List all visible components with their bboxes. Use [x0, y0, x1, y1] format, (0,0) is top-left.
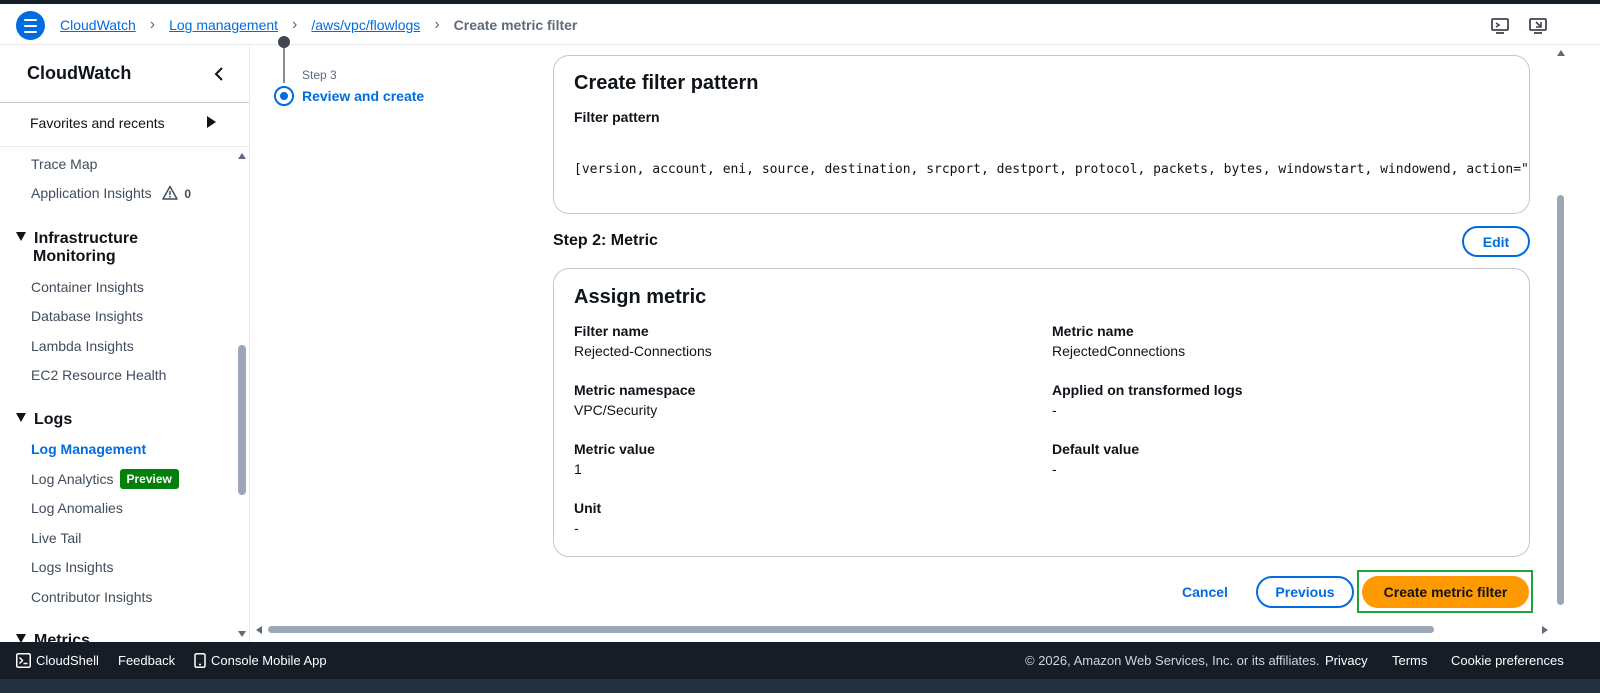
applied-on-transformed-logs-value: - [1052, 402, 1057, 418]
breadcrumb-current-page: Create metric filter [453, 17, 578, 33]
metric-namespace-value: VPC/Security [574, 402, 658, 418]
filter-name-label: Filter name [574, 323, 649, 339]
scroll-up-arrow-icon[interactable] [238, 153, 246, 159]
caret-down-icon [16, 413, 26, 422]
copyright-text: © 2026, Amazon Web Services, Inc. or its… [1025, 653, 1320, 668]
sidebar-item-lambda-insights[interactable]: Lambda Insights [31, 338, 134, 354]
display-settings-icon[interactable] [1528, 16, 1548, 36]
warning-triangle-icon [161, 185, 178, 200]
sidebar-scrollbar[interactable] [235, 153, 249, 645]
breadcrumb-cloudwatch[interactable]: CloudWatch [60, 17, 136, 33]
sidebar-item-application-insights[interactable]: Application Insights 0 [31, 185, 191, 201]
wizard-step-connector [283, 45, 285, 83]
privacy-link[interactable]: Privacy [1325, 653, 1368, 668]
application-insights-count: 0 [184, 187, 192, 201]
terms-link[interactable]: Terms [1392, 653, 1427, 668]
sidebar-item-label: Log Analytics [31, 471, 114, 487]
sidebar-item-ec2-resource-health[interactable]: EC2 Resource Health [31, 367, 166, 383]
create-metric-filter-button[interactable]: Create metric filter [1362, 576, 1529, 608]
sidebar-item-trace-map[interactable]: Trace Map [31, 156, 97, 172]
applied-on-transformed-logs-label: Applied on transformed logs [1052, 382, 1243, 398]
sidebar-divider [0, 102, 249, 103]
filter-pattern-card: Create filter pattern Filter pattern [ve… [553, 55, 1530, 214]
breadcrumb-log-management[interactable]: Log management [169, 17, 278, 33]
breadcrumb-log-group[interactable]: /aws/vpc/flowlogs [311, 17, 420, 33]
section-label: Infrastructure [34, 230, 139, 247]
default-value-value: - [1052, 461, 1057, 477]
wizard-step-3-number: Step 3 [302, 68, 337, 82]
wizard-step-3-indicator [274, 86, 294, 106]
cancel-button[interactable]: Cancel [1170, 576, 1240, 608]
caret-right-icon[interactable] [207, 116, 216, 128]
filter-pattern-card-title: Create filter pattern [574, 72, 759, 94]
sidebar-item-database-insights[interactable]: Database Insights [31, 308, 143, 324]
step-2-heading: Step 2: Metric [553, 232, 658, 249]
caret-down-icon [16, 232, 26, 241]
scroll-right-arrow-icon[interactable] [1542, 626, 1548, 634]
mobile-app-label: Console Mobile App [211, 653, 327, 668]
sidebar-section-infrastructure-monitoring[interactable]: Infrastructure Monitoring [16, 230, 138, 266]
sidebar-title: CloudWatch [27, 63, 132, 83]
sidebar-item-live-tail[interactable]: Live Tail [31, 530, 81, 546]
notifications-monitor-icon[interactable] [1490, 16, 1510, 36]
console-footer: CloudShell Feedback Console Mobile App ©… [0, 642, 1600, 679]
sidebar-item-contributor-insights[interactable]: Contributor Insights [31, 589, 152, 605]
taskbar-strip [0, 679, 1600, 693]
scroll-left-arrow-icon[interactable] [256, 626, 262, 634]
mobile-phone-icon [194, 653, 206, 668]
console-mobile-app-link[interactable]: Console Mobile App [194, 653, 327, 668]
main-vertical-scrollbar[interactable] [1554, 45, 1568, 625]
wizard-step-3-title[interactable]: Review and create [302, 88, 424, 104]
top-navigation-bar: CloudWatch › Log management › /aws/vpc/f… [0, 4, 1600, 45]
sidebar-item-log-management[interactable]: Log Management [31, 441, 146, 457]
sidebar-item-logs-insights[interactable]: Logs Insights [31, 559, 114, 575]
metric-value-value: 1 [574, 461, 582, 477]
sidebar-item-log-analytics[interactable]: Log Analytics Preview [31, 469, 179, 489]
terminal-icon [16, 653, 31, 668]
feedback-link[interactable]: Feedback [118, 653, 175, 668]
metric-name-value: RejectedConnections [1052, 343, 1186, 359]
wizard-step-2-indicator [278, 36, 290, 48]
cloudshell-link[interactable]: CloudShell [16, 653, 99, 668]
scrollbar-thumb[interactable] [1557, 195, 1564, 605]
unit-value: - [574, 520, 579, 536]
default-value-label: Default value [1052, 441, 1140, 457]
scrollbar-thumb[interactable] [238, 345, 246, 495]
scroll-up-arrow-icon[interactable] [1557, 50, 1565, 56]
filter-pattern-value: [version, account, eni, source, destinat… [574, 162, 1530, 177]
sidebar-favorites-and-recents[interactable]: Favorites and recents [30, 115, 165, 131]
chevron-left-icon[interactable] [212, 66, 228, 82]
chevron-right-icon: › [149, 16, 156, 33]
sidebar-item-label: Application Insights [31, 185, 152, 201]
metric-value-label: Metric value [574, 441, 655, 457]
sidebar-item-container-insights[interactable]: Container Insights [31, 279, 144, 295]
previous-button[interactable]: Previous [1256, 576, 1354, 608]
chevron-right-icon: › [292, 16, 298, 33]
metric-namespace-label: Metric namespace [574, 382, 696, 398]
sidebar-item-log-anomalies[interactable]: Log Anomalies [31, 500, 123, 516]
edit-button[interactable]: Edit [1462, 226, 1530, 257]
metric-name-label: Metric name [1052, 323, 1134, 339]
unit-label: Unit [574, 500, 602, 516]
filter-pattern-label: Filter pattern [574, 109, 660, 125]
assign-metric-card-title: Assign metric [574, 286, 707, 308]
section-label: Monitoring [33, 248, 116, 265]
main-horizontal-scrollbar[interactable] [252, 623, 1554, 637]
side-navigation: CloudWatch Favorites and recents Trace M… [0, 45, 250, 652]
preview-badge: Preview [119, 469, 179, 489]
scroll-down-arrow-icon[interactable] [238, 631, 246, 637]
sidebar-section-logs[interactable]: Logs [16, 411, 72, 429]
sidebar-divider [0, 146, 249, 147]
chevron-right-icon: › [434, 16, 440, 33]
hamburger-menu-icon[interactable] [16, 11, 45, 40]
filter-name-value: Rejected-Connections [574, 343, 712, 359]
scrollbar-thumb[interactable] [268, 626, 1434, 633]
assign-metric-card: Assign metric Filter name Rejected-Conne… [553, 268, 1530, 557]
cookie-preferences-link[interactable]: Cookie preferences [1451, 653, 1564, 668]
cloudshell-label: CloudShell [36, 653, 99, 668]
section-label: Logs [34, 411, 73, 428]
breadcrumb: CloudWatch › Log management › /aws/vpc/f… [60, 16, 578, 34]
